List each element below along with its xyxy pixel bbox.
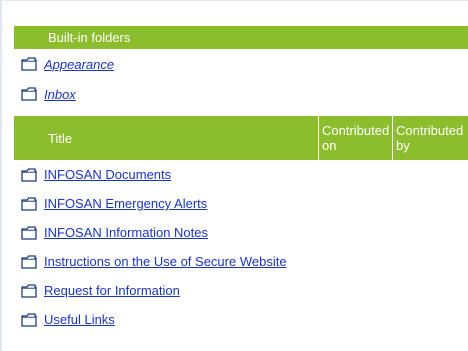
builtin-item-appearance[interactable]: Appearance [14,49,468,79]
folder-link[interactable]: INFOSAN Information Notes [44,225,208,240]
folder-icon [14,254,44,269]
appearance-link[interactable]: Appearance [44,57,114,72]
folder-icon [14,167,44,182]
column-contributed-on[interactable]: Contributed on [319,116,393,160]
folder-link[interactable]: Request for Information [44,283,180,298]
inbox-link[interactable]: Inbox [44,87,76,102]
table-header: Title Contributed on Contributed by [14,116,468,160]
column-contributed-by[interactable]: Contributed by [393,116,468,160]
folder-list: INFOSAN Documents INFOSAN Emergency Aler… [14,160,468,334]
list-item[interactable]: INFOSAN Emergency Alerts [14,189,468,218]
list-item[interactable]: INFOSAN Documents [14,160,468,189]
builtin-item-inbox[interactable]: Inbox [14,79,468,109]
folder-icon [14,225,44,240]
folder-link[interactable]: Useful Links [44,312,115,327]
folder-icon [14,312,44,327]
list-item[interactable]: Useful Links [14,305,468,334]
folder-icon [14,283,44,298]
folder-link[interactable]: Instructions on the Use of Secure Websit… [44,254,287,269]
list-item[interactable]: INFOSAN Information Notes [14,218,468,247]
folder-link[interactable]: INFOSAN Documents [44,167,171,182]
column-title[interactable]: Title [44,116,319,160]
folder-icon [14,87,44,101]
folder-icon [14,57,44,71]
folder-link[interactable]: INFOSAN Emergency Alerts [44,196,207,211]
list-item[interactable]: Instructions on the Use of Secure Websit… [14,247,468,276]
top-rule [0,0,468,1]
builtin-folders-header: Built-in folders [14,26,468,49]
folder-icon [14,196,44,211]
left-rule [0,0,2,351]
builtin-folders-title: Built-in folders [48,30,131,45]
folder-panel: Built-in folders Appearance Inbox Title … [14,26,468,334]
list-item[interactable]: Request for Information [14,276,468,305]
